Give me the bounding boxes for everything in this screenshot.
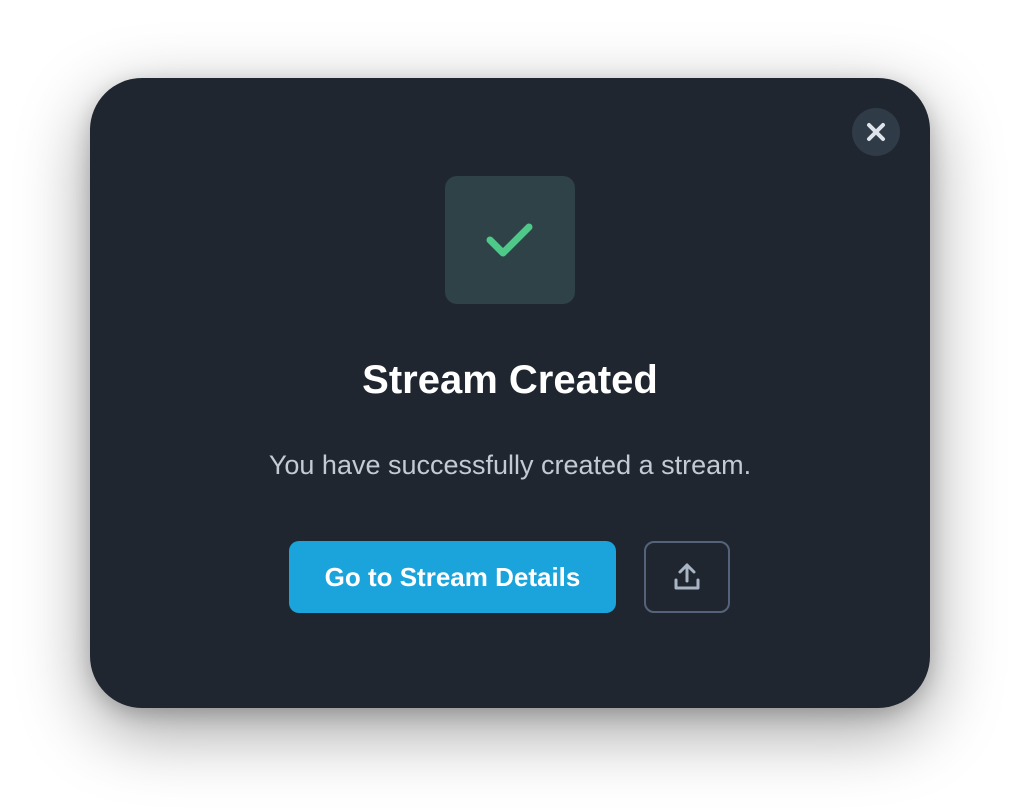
close-icon [867, 123, 885, 141]
checkmark-icon [486, 223, 533, 257]
go-to-stream-details-button[interactable]: Go to Stream Details [289, 541, 616, 613]
share-upload-icon [674, 563, 700, 590]
dialog-title: Stream Created [362, 358, 658, 402]
success-badge [445, 176, 575, 304]
share-button[interactable] [644, 541, 730, 613]
close-button[interactable] [852, 108, 900, 156]
dialog-message: You have successfully created a stream. [268, 450, 752, 480]
stream-created-dialog: Stream Created You have successfully cre… [90, 78, 930, 708]
